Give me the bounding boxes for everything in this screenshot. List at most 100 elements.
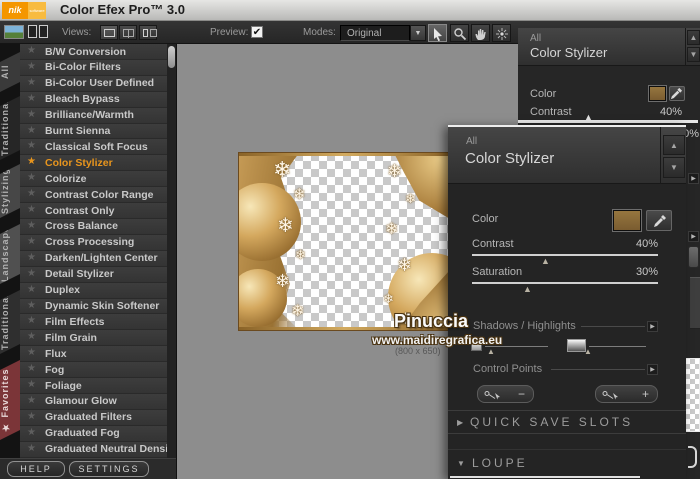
gold-frame-top-right [394,153,450,219]
preview-label: Preview: [210,27,249,38]
filter-item[interactable]: ★ Contrast Only [20,203,167,219]
zoom-tool-button[interactable] [450,24,469,42]
filter-item[interactable]: ★ Cross Processing [20,234,167,251]
scrollbar-thumb[interactable] [168,46,175,68]
filter-item[interactable]: ★ Brilliance/Warmth [20,107,167,124]
filter-item[interactable]: ★ Colorize [20,171,167,188]
category-tab-strip: All Traditional Stylizing Landscape Trad… [0,44,20,458]
panel-scrollbar-thumb[interactable] [688,246,699,268]
side-by-side-button[interactable] [139,25,157,40]
filter-item[interactable]: ★ Film Effects [20,314,167,331]
next-filter-button[interactable]: ▼ [663,157,685,178]
shadows-highlights-expand-button[interactable]: ▶ [647,321,658,332]
snowflake-ornament: ❄ [385,221,399,238]
modes-dropdown-arrow[interactable]: ▼ [410,25,426,41]
control-points-expand-button[interactable]: ▶ [647,364,658,375]
filter-item[interactable]: ★ Foliage [20,378,167,394]
filter-item[interactable]: ★ Classical Soft Focus [20,139,167,156]
star-icon: ★ [27,379,36,391]
control-point-tool-button[interactable] [492,24,511,42]
saturation-slider-handle[interactable]: ▲ [523,285,532,294]
preview-checkbox[interactable]: ✔ [251,26,263,38]
tab-traditional-2[interactable]: Traditional [0,290,20,354]
contrast-slider-handle[interactable]: ▲ [541,257,550,266]
split-view-icon[interactable] [28,25,49,39]
preview-image[interactable]: ❄ ❄ ❄ ❄ ❄ ❄ ❄ ❄ ❄ ❄ ❄ ❄ [238,152,451,331]
filter-item[interactable]: ★ Graduated Filters [20,409,167,426]
single-view-button[interactable] [100,25,118,40]
filter-item[interactable]: ★ B/W Conversion [20,44,167,60]
filter-item[interactable]: ★ Cross Balance [20,218,167,235]
tab-all[interactable]: All [0,52,20,92]
star-icon: ★ [27,140,36,152]
eyedropper-button[interactable] [646,210,672,231]
tab-traditional-1[interactable]: Traditional [0,96,20,160]
loupe-header[interactable]: LOUPE [472,456,528,470]
contrast-label: Contrast [472,238,514,250]
star-icon: ★ [27,299,36,311]
image-size-caption: (800 x 650) [395,346,441,356]
filter-item[interactable]: ★ Duplex [20,282,167,299]
star-icon: ★ [27,283,36,295]
panel-title: Color Stylizer [465,150,555,167]
filter-item[interactable]: ★ Graduated Fog [20,425,167,442]
filter-item[interactable]: ★ Graduated Neutral Density [20,441,177,458]
tab-favorites[interactable]: ★ Favorites [0,360,20,440]
saturation-slider-track[interactable] [472,282,658,284]
filter-list-scrollbar[interactable] [167,44,176,458]
star-icon: ★ [27,251,36,263]
filter-item[interactable]: ★ Fog [20,362,167,379]
contrast-slider-track[interactable] [518,120,698,123]
color-swatch[interactable] [612,209,642,232]
control-point-tool-icon [496,28,508,40]
settings-button[interactable]: SETTINGS [69,461,149,477]
control-points-label: Control Points [473,363,543,375]
highlights-slider-track[interactable] [589,346,646,347]
snowflake-ornament: ❄ [405,191,416,206]
next-filter-button[interactable]: ▼ [687,47,700,62]
filter-item[interactable]: ★ Film Grain [20,330,167,347]
filter-item[interactable]: ★ Dynamic Skin Softener [20,298,167,315]
prev-filter-button[interactable]: ▲ [663,135,685,155]
snowflake-ornament: ❄ [277,215,294,237]
quick-save-slots-header[interactable]: QUICK SAVE SLOTS [470,415,633,429]
highlights-slider-handle[interactable]: ▲ [584,348,592,356]
tab-stylizing[interactable]: Stylizing [0,164,20,218]
tab-landscape[interactable]: Landscape [0,224,20,284]
title-bar: nik software Color Efex Pro™ 3.0 [0,0,700,21]
remove-control-point-button[interactable]: − [477,385,534,403]
image-thumbnail-icon[interactable] [4,25,24,39]
filter-item[interactable]: ★ Flux [20,346,167,363]
snowflake-ornament: ❄ [273,157,292,182]
expand-arrow-icon[interactable]: ▶ [688,231,699,242]
watermark-name: Pinuccia [394,311,469,331]
panel-header: All Color Stylizer ▲ ▼ [518,28,700,66]
filter-item[interactable]: ★ Bleach Bypass [20,91,167,108]
filter-item[interactable]: ★ Darken/Lighten Center [20,250,167,267]
help-button[interactable]: HELP [7,461,65,477]
eyedropper-button[interactable] [669,86,685,101]
modes-dropdown[interactable]: Original Image [340,25,410,54]
filter-item[interactable]: ★ Glamour Glow [20,393,167,410]
star-icon: ★ [27,347,36,359]
loupe-frame-top [450,476,640,478]
filter-item[interactable]: ★ Bi-Color Filters [20,59,167,76]
contrast-slider-track[interactable] [472,254,658,256]
filter-item[interactable]: ★ Bi-Color User Defined [20,75,167,92]
split-preview-button[interactable] [119,25,137,40]
filter-item-color-stylizer[interactable]: ★ Color Stylizer [20,155,167,172]
color-swatch[interactable] [648,85,667,102]
select-tool-button[interactable] [428,24,447,42]
expand-arrow-icon[interactable]: ▶ [688,173,699,184]
prev-filter-button[interactable]: ▲ [687,30,700,45]
pan-tool-button[interactable] [471,24,490,42]
filter-item[interactable]: ★ Burnt Sienna [20,123,167,140]
filter-item[interactable]: ★ Detail Stylizer [20,266,167,283]
modes-label: Modes: [303,27,336,38]
add-control-point-button[interactable]: + [595,385,658,403]
filter-item[interactable]: ★ Contrast Color Range [20,187,167,204]
snowflake-ornament: ❄ [295,247,306,262]
favorites-star-icon: ★ [0,420,10,432]
star-icon: ★ [27,331,36,343]
shadows-slider-handle[interactable]: ▲ [487,348,495,356]
